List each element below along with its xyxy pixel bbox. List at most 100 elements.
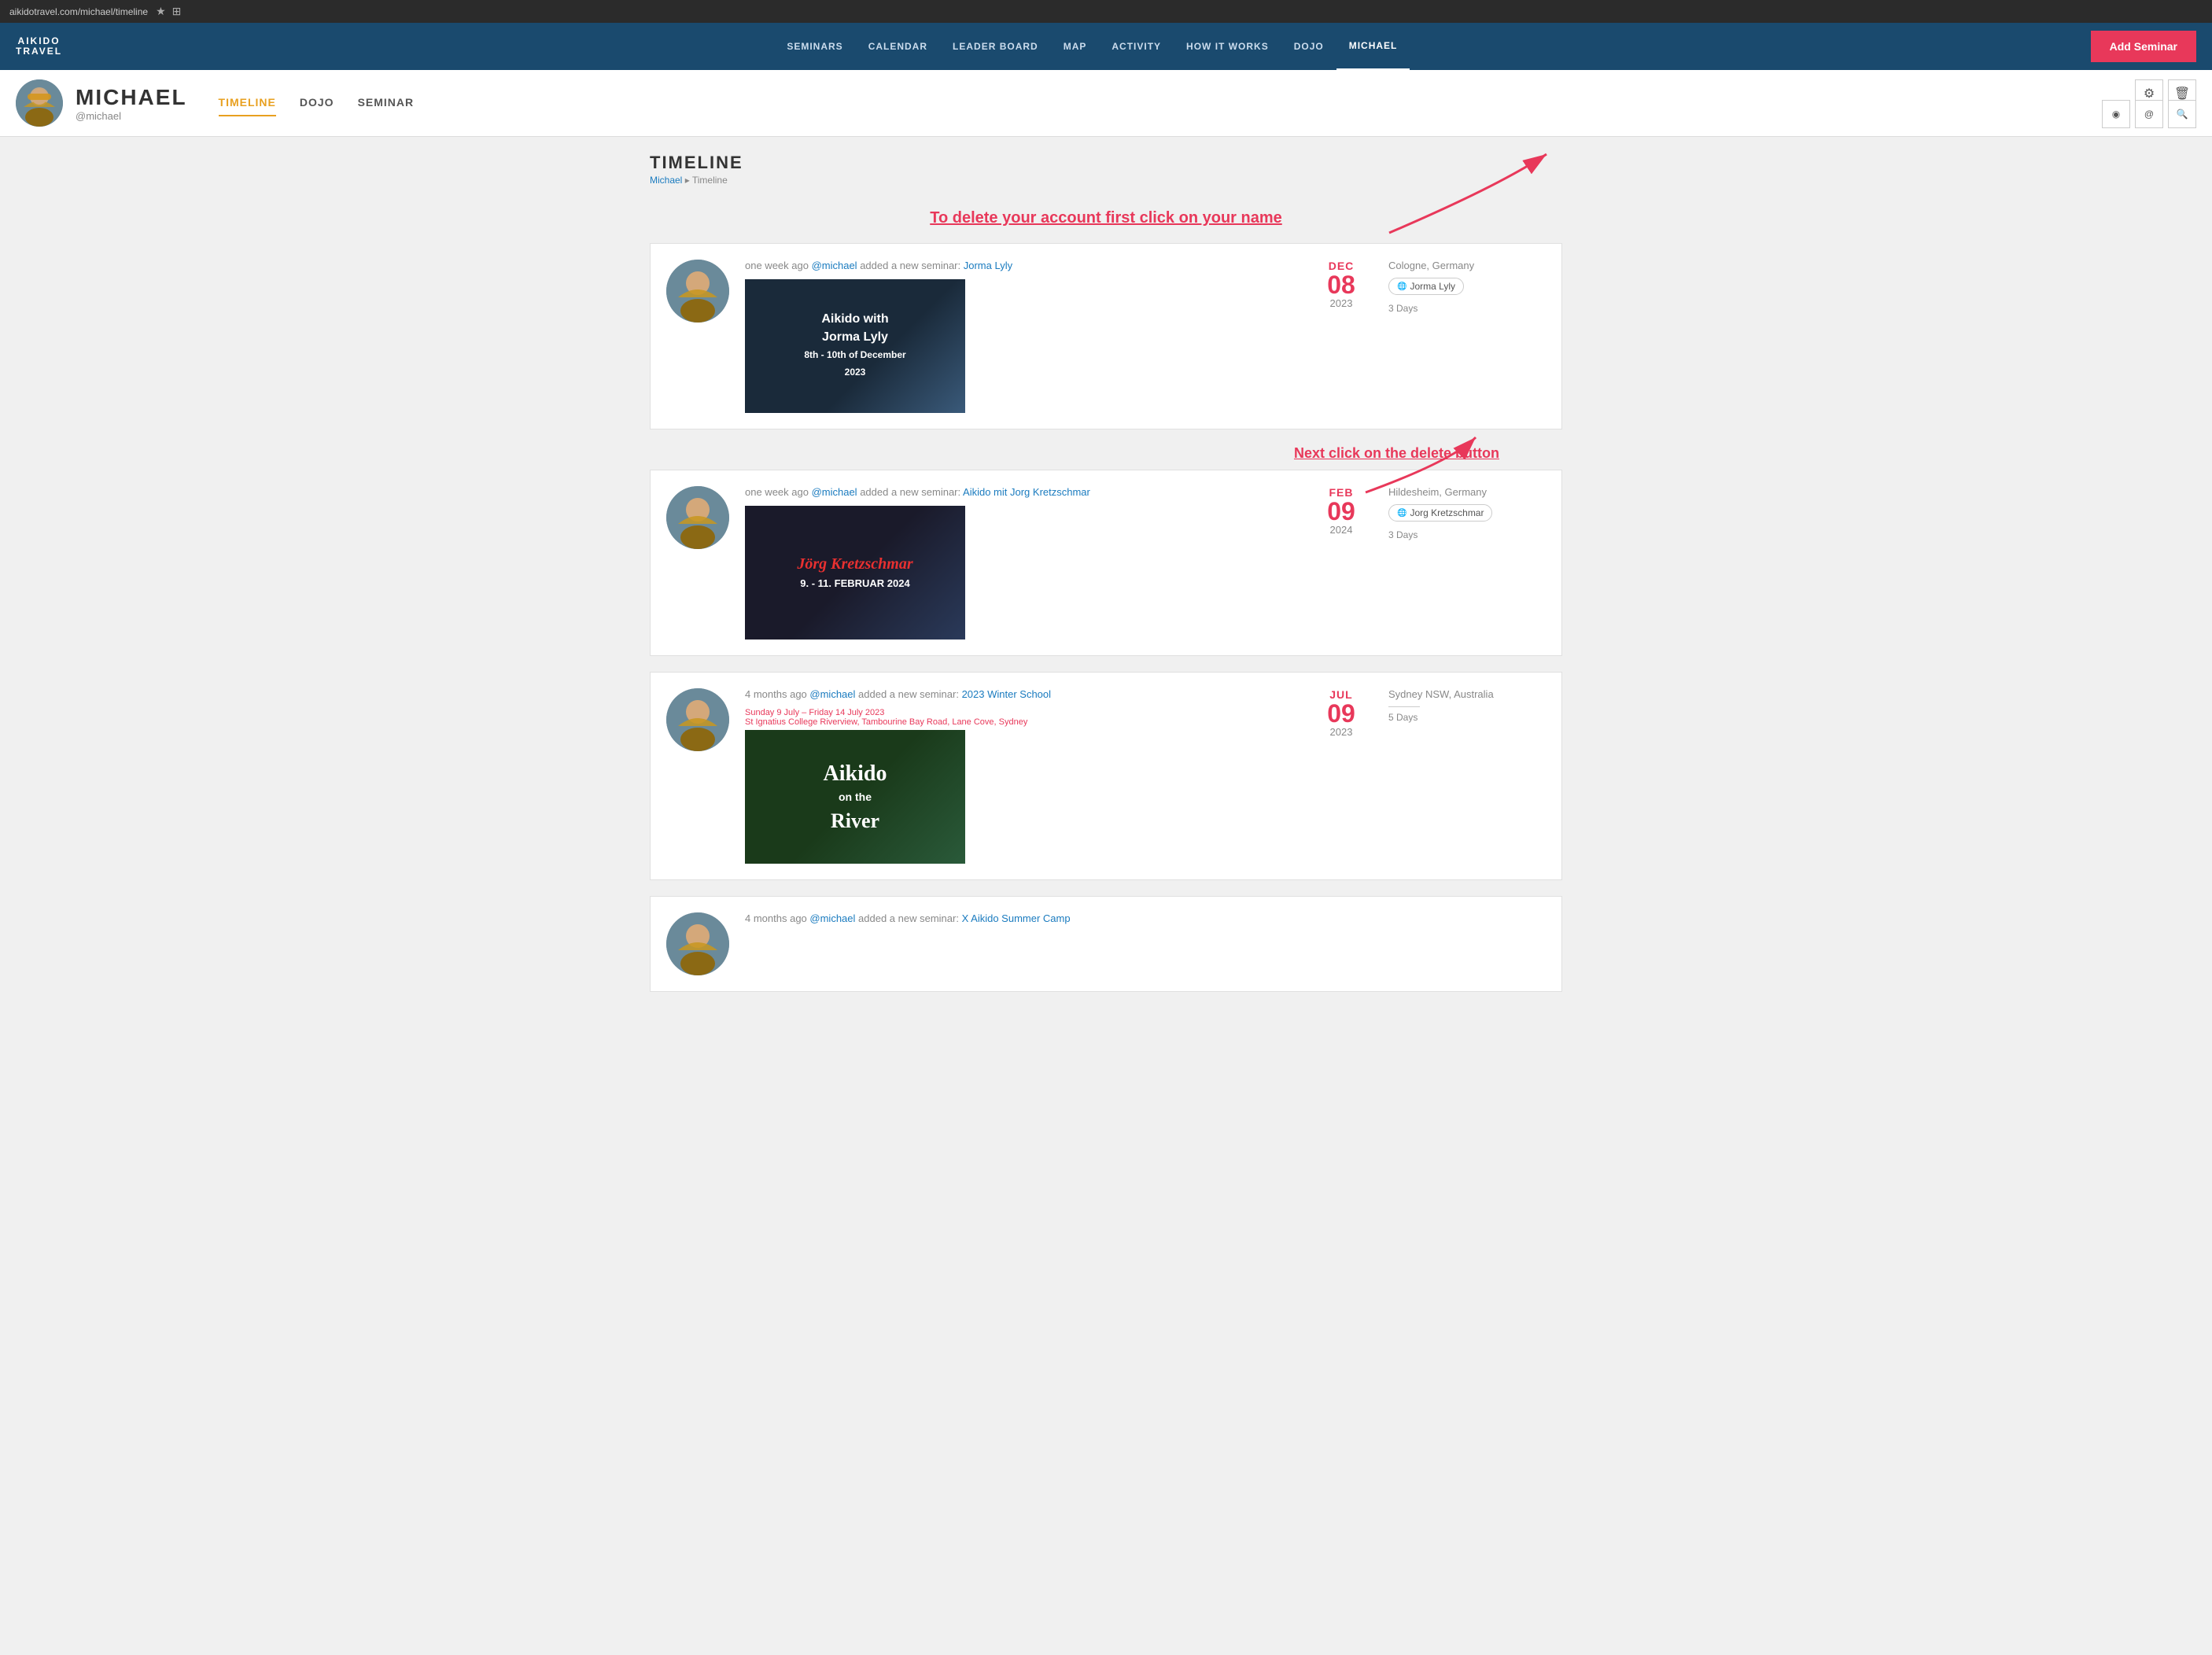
item-action: added a new seminar: xyxy=(860,260,960,271)
seminar-image-text: Jörg Kretzschmar 9. - 11. FEBRUAR 2024 xyxy=(797,553,912,592)
add-seminar-button[interactable]: Add Seminar xyxy=(2091,31,2196,62)
item-seminar-link[interactable]: Jorma Lyly xyxy=(964,260,1012,271)
profile-header: MICHAEL @michael TIMELINE DOJO SEMINAR ⚙… xyxy=(0,70,2212,137)
item-age: 4 months ago xyxy=(745,688,807,700)
item-subtitle: Sunday 9 July – Friday 14 July 2023St Ig… xyxy=(745,708,1294,727)
item-age: one week ago xyxy=(745,486,809,498)
item-date: DEC 08 2023 xyxy=(1310,260,1373,309)
item-user[interactable]: @michael xyxy=(812,260,857,271)
nav-seminars[interactable]: SEMINARS xyxy=(774,23,855,70)
breadcrumb-current: Timeline xyxy=(692,175,728,186)
nav-michael[interactable]: MICHAEL xyxy=(1336,23,1410,70)
mention-button[interactable]: @ xyxy=(2135,100,2163,128)
item-meta: 4 months ago @michael added a new semina… xyxy=(745,912,1546,924)
breadcrumb: Michael ▸ Timeline xyxy=(650,175,1562,186)
info-location: Sydney NSW, Australia xyxy=(1388,688,1546,700)
item-action: added a new seminar: xyxy=(858,688,959,700)
instruction-text-2: Next click on the delete button xyxy=(650,445,1562,470)
date-year: 2023 xyxy=(1330,297,1353,309)
divider xyxy=(1388,706,1420,707)
date-day: 09 xyxy=(1327,499,1355,524)
nav-activity[interactable]: ACTIVITY xyxy=(1099,23,1174,70)
tab-dojo[interactable]: DOJO xyxy=(300,90,334,116)
profile-info: MICHAEL @michael xyxy=(76,85,187,122)
top-nav: AIKIDO TRAVEL SEMINARS CALENDAR LEADER B… xyxy=(0,23,2212,70)
item-user[interactable]: @michael xyxy=(809,688,855,700)
seminar-image[interactable]: Jörg Kretzschmar 9. - 11. FEBRUAR 2024 xyxy=(745,506,965,640)
browser-icons: ★ ⊞ xyxy=(156,5,181,18)
date-year: 2024 xyxy=(1330,524,1353,536)
profile-tabs: TIMELINE DOJO SEMINAR xyxy=(219,90,415,116)
breadcrumb-sep: ▸ xyxy=(685,175,692,186)
info-location: Hildesheim, Germany xyxy=(1388,486,1546,498)
item-info: Sydney NSW, Australia 5 Days xyxy=(1388,688,1546,723)
info-duration: 3 Days xyxy=(1388,303,1546,314)
profile-sub-icons: ◉ @ 🔍 xyxy=(2102,100,2196,128)
date-year: 2023 xyxy=(1330,726,1353,738)
item-info: Cologne, Germany Jorma Lyly 3 Days xyxy=(1388,260,1546,314)
item-action: added a new seminar: xyxy=(860,486,960,498)
item-user[interactable]: @michael xyxy=(809,912,855,924)
nav-howitworks[interactable]: HOW IT WORKS xyxy=(1174,23,1281,70)
info-duration: 3 Days xyxy=(1388,529,1546,540)
nav-calendar[interactable]: CALENDAR xyxy=(856,23,940,70)
item-date: JUL 09 2023 xyxy=(1310,688,1373,738)
date-day: 09 xyxy=(1327,701,1355,726)
nav-links: SEMINARS CALENDAR LEADER BOARD MAP ACTIV… xyxy=(94,23,2091,70)
item-body: one week ago @michael added a new semina… xyxy=(745,260,1294,413)
info-tag[interactable]: Jorg Kretzschmar xyxy=(1388,504,1492,522)
avatar xyxy=(16,79,63,127)
item-age: 4 months ago xyxy=(745,912,807,924)
url-bar[interactable]: aikidotravel.com/michael/timeline xyxy=(9,6,148,17)
seminar-image-text: Aikido on the River xyxy=(824,758,887,835)
item-body: 4 months ago @michael added a new semina… xyxy=(745,912,1546,932)
item-body: 4 months ago @michael added a new semina… xyxy=(745,688,1294,864)
nav-dojo[interactable]: DOJO xyxy=(1281,23,1336,70)
item-seminar-link[interactable]: X Aikido Summer Camp xyxy=(962,912,1071,924)
profile-handle: @michael xyxy=(76,110,187,122)
star-icon[interactable]: ★ xyxy=(156,5,166,18)
timeline-item: one week ago @michael added a new semina… xyxy=(650,470,1562,656)
timeline-item: 4 months ago @michael added a new semina… xyxy=(650,896,1562,992)
item-age: one week ago xyxy=(745,260,809,271)
annotation-area-2: Next click on the delete button xyxy=(650,445,1562,470)
item-avatar xyxy=(666,688,729,751)
logo[interactable]: AIKIDO TRAVEL xyxy=(16,36,62,57)
item-info: Hildesheim, Germany Jorg Kretzschmar 3 D… xyxy=(1388,486,1546,540)
profile-name: MICHAEL xyxy=(76,85,187,110)
search-button[interactable]: 🔍 xyxy=(2168,100,2196,128)
date-day: 08 xyxy=(1327,272,1355,297)
item-action: added a new seminar: xyxy=(858,912,959,924)
info-location: Cologne, Germany xyxy=(1388,260,1546,271)
nav-leaderboard[interactable]: LEADER BOARD xyxy=(940,23,1051,70)
rss-button[interactable]: ◉ xyxy=(2102,100,2130,128)
info-tag[interactable]: Jorma Lyly xyxy=(1388,278,1464,295)
item-avatar xyxy=(666,486,729,549)
instruction-text-1: To delete your account first click on yo… xyxy=(650,201,1562,227)
item-seminar-link[interactable]: 2023 Winter School xyxy=(962,688,1051,700)
item-body: one week ago @michael added a new semina… xyxy=(745,486,1294,640)
timeline-item: one week ago @michael added a new semina… xyxy=(650,243,1562,429)
item-avatar xyxy=(666,912,729,975)
timeline-items: one week ago @michael added a new semina… xyxy=(650,243,1562,992)
item-meta: one week ago @michael added a new semina… xyxy=(745,260,1294,271)
main-content: TIMELINE Michael ▸ Timeline To delete yo… xyxy=(634,137,1578,1023)
info-duration: 5 Days xyxy=(1388,712,1546,723)
seminar-image-text: Aikido withJorma Lyly8th - 10th of Decem… xyxy=(804,311,905,381)
timeline-item: 4 months ago @michael added a new semina… xyxy=(650,672,1562,880)
breadcrumb-root[interactable]: Michael xyxy=(650,175,682,186)
seminar-image[interactable]: Aikido withJorma Lyly8th - 10th of Decem… xyxy=(745,279,965,413)
item-avatar xyxy=(666,260,729,323)
browser-bar: aikidotravel.com/michael/timeline ★ ⊞ xyxy=(0,0,2212,23)
tab-timeline[interactable]: TIMELINE xyxy=(219,90,276,116)
seminar-image[interactable]: Aikido on the River xyxy=(745,730,965,864)
item-seminar-link[interactable]: Aikido mit Jorg Kretzschmar xyxy=(963,486,1090,498)
logo-line2: TRAVEL xyxy=(16,46,62,57)
ext-icon[interactable]: ⊞ xyxy=(172,5,182,18)
nav-map[interactable]: MAP xyxy=(1051,23,1100,70)
tab-seminar[interactable]: SEMINAR xyxy=(358,90,415,116)
timeline-title: TIMELINE xyxy=(650,153,1562,173)
item-date: FEB 09 2024 xyxy=(1310,486,1373,536)
item-meta: 4 months ago @michael added a new semina… xyxy=(745,688,1294,700)
item-user[interactable]: @michael xyxy=(812,486,857,498)
